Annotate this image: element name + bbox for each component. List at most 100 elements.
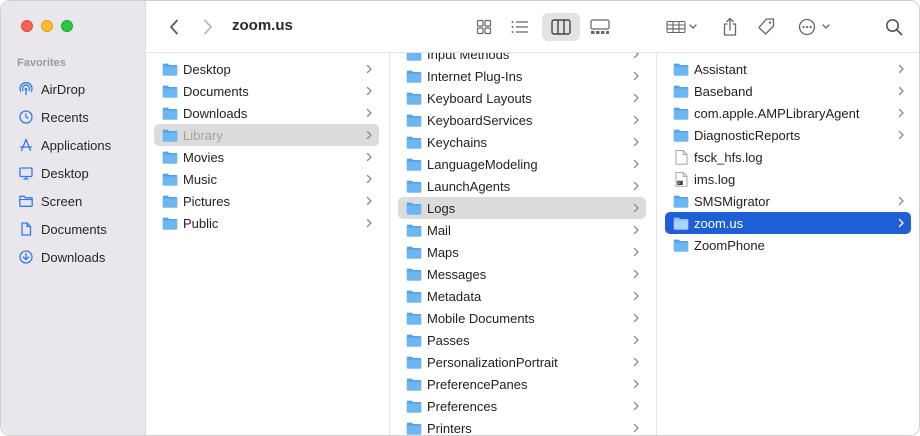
- group-button[interactable]: [662, 13, 702, 41]
- applications-icon: [19, 138, 33, 152]
- item-label: Maps: [427, 244, 459, 260]
- list-item-downloads[interactable]: Downloads: [154, 102, 379, 124]
- chevron-right-icon: [633, 115, 639, 125]
- chevron-right-icon: [898, 196, 904, 206]
- folder-icon: [406, 224, 422, 237]
- forward-button[interactable]: [194, 13, 222, 41]
- item-label: Documents: [183, 83, 249, 99]
- search-button[interactable]: [880, 13, 908, 41]
- chevron-right-icon: [633, 401, 639, 411]
- item-label: Keyboard Layouts: [427, 90, 532, 106]
- zoom-button[interactable]: [61, 20, 73, 32]
- column-view-button[interactable]: [542, 13, 580, 41]
- item-label: Pictures: [183, 193, 230, 209]
- list-item-languagemodeling[interactable]: LanguageModeling: [398, 153, 646, 175]
- folder-icon: [673, 85, 689, 98]
- list-item-messages[interactable]: Messages: [398, 263, 646, 285]
- window-title: zoom.us: [232, 17, 293, 34]
- item-label: Preferences: [427, 398, 498, 414]
- sidebar-item-recents[interactable]: Recents: [1, 103, 146, 131]
- list-item-pictures[interactable]: Pictures: [154, 190, 379, 212]
- chevron-right-icon: [633, 203, 639, 213]
- close-button[interactable]: [21, 20, 33, 32]
- list-item-baseband[interactable]: Baseband: [665, 80, 911, 102]
- item-label: Assistant: [694, 61, 747, 77]
- list-item-documents[interactable]: Documents: [154, 80, 379, 102]
- list-item-preferencepanes[interactable]: PreferencePanes: [398, 373, 646, 395]
- chevron-right-icon: [633, 181, 639, 191]
- list-item-input-methods[interactable]: Input Methods: [398, 53, 646, 65]
- sidebar-item-downloads[interactable]: Downloads: [1, 243, 146, 271]
- more-actions-button[interactable]: [796, 13, 836, 41]
- column-library[interactable]: Input Methods Internet Plug-Ins Keyboard L…: [390, 53, 657, 435]
- list-item-desktop[interactable]: Desktop: [154, 58, 379, 80]
- list-item-movies[interactable]: Movies: [154, 146, 379, 168]
- tag-button[interactable]: [752, 13, 780, 41]
- folder-icon: [406, 114, 422, 127]
- sidebar-item-airdrop[interactable]: AirDrop: [1, 75, 146, 103]
- sidebar-item-screen[interactable]: Screen: [1, 187, 146, 215]
- list-item-fsck-hfs-log[interactable]: fsck_hfs.log: [665, 146, 911, 168]
- chevron-right-icon: [898, 130, 904, 140]
- gallery-view-button[interactable]: [586, 13, 614, 41]
- folder-icon: [406, 356, 422, 369]
- chevron-right-icon: [204, 19, 212, 35]
- list-item-ims-log[interactable]: ims.log: [665, 168, 911, 190]
- chevron-right-icon: [633, 159, 639, 169]
- list-item-zoom-us[interactable]: zoom.us: [665, 212, 911, 234]
- list-item-metadata[interactable]: Metadata: [398, 285, 646, 307]
- list-item-internet-plug-ins[interactable]: Internet Plug-Ins: [398, 65, 646, 87]
- list-item-public[interactable]: Public: [154, 212, 379, 234]
- chevron-right-icon: [366, 174, 372, 184]
- list-item-personalizationportrait[interactable]: PersonalizationPortrait: [398, 351, 646, 373]
- back-button[interactable]: [160, 13, 188, 41]
- chevron-right-icon: [366, 152, 372, 162]
- sidebar-item-desktop[interactable]: Desktop: [1, 159, 146, 187]
- clock-icon: [19, 110, 33, 124]
- column-home[interactable]: Desktop Documents Downloads Library Movies Mu…: [146, 53, 390, 435]
- list-item-maps[interactable]: Maps: [398, 241, 646, 263]
- sidebar-item-documents[interactable]: Documents: [1, 215, 146, 243]
- list-item-zoomphone[interactable]: ZoomPhone: [665, 234, 911, 256]
- list-item-printers[interactable]: Printers: [398, 417, 646, 435]
- log-file-icon: [675, 171, 688, 187]
- folder-icon: [406, 422, 422, 435]
- item-label: Downloads: [183, 105, 248, 121]
- list-item-library[interactable]: Library: [154, 124, 379, 146]
- item-label: com.apple.AMPLibraryAgent: [694, 105, 860, 121]
- folder-icon: [406, 378, 422, 391]
- item-label: DiagnosticReports: [694, 127, 801, 143]
- chevron-right-icon: [366, 218, 372, 228]
- chevron-right-icon: [898, 64, 904, 74]
- minimize-button[interactable]: [41, 20, 53, 32]
- list-item-assistant[interactable]: Assistant: [665, 58, 911, 80]
- list-item-keyboard-layouts[interactable]: Keyboard Layouts: [398, 87, 646, 109]
- list-item-diagnosticreports[interactable]: DiagnosticReports: [665, 124, 911, 146]
- folder-icon: [162, 63, 178, 76]
- list-view-button[interactable]: [506, 13, 534, 41]
- chevron-left-icon: [170, 19, 178, 35]
- column-logs[interactable]: Assistant Baseband com.apple.AMPLibraryAge…: [657, 53, 919, 435]
- list-item-mail[interactable]: Mail: [398, 219, 646, 241]
- list-item-passes[interactable]: Passes: [398, 329, 646, 351]
- icon-view-button[interactable]: [470, 13, 498, 41]
- sidebar-item-label: Screen: [41, 193, 83, 209]
- item-label: PreferencePanes: [427, 376, 528, 392]
- list-item-music[interactable]: Music: [154, 168, 379, 190]
- chevron-right-icon: [633, 357, 639, 367]
- sidebar-item-label: Applications: [41, 137, 112, 153]
- folder-icon: [162, 107, 178, 120]
- list-item-smsmigrator[interactable]: SMSMigrator: [665, 190, 911, 212]
- item-label: KeyboardServices: [427, 112, 533, 128]
- list-item-preferences[interactable]: Preferences: [398, 395, 646, 417]
- list-item-keychains[interactable]: Keychains: [398, 131, 646, 153]
- share-button[interactable]: [716, 13, 744, 41]
- sidebar-item-applications[interactable]: Applications: [1, 131, 146, 159]
- list-item-keyboardservices[interactable]: KeyboardServices: [398, 109, 646, 131]
- folder-icon: [406, 92, 422, 105]
- list-item-mobile-documents[interactable]: Mobile Documents: [398, 307, 646, 329]
- list-item-com-apple-amplibraryagent[interactable]: com.apple.AMPLibraryAgent: [665, 102, 911, 124]
- list-item-logs[interactable]: Logs: [398, 197, 646, 219]
- folder-icon: [673, 107, 689, 120]
- list-item-launchagents[interactable]: LaunchAgents: [398, 175, 646, 197]
